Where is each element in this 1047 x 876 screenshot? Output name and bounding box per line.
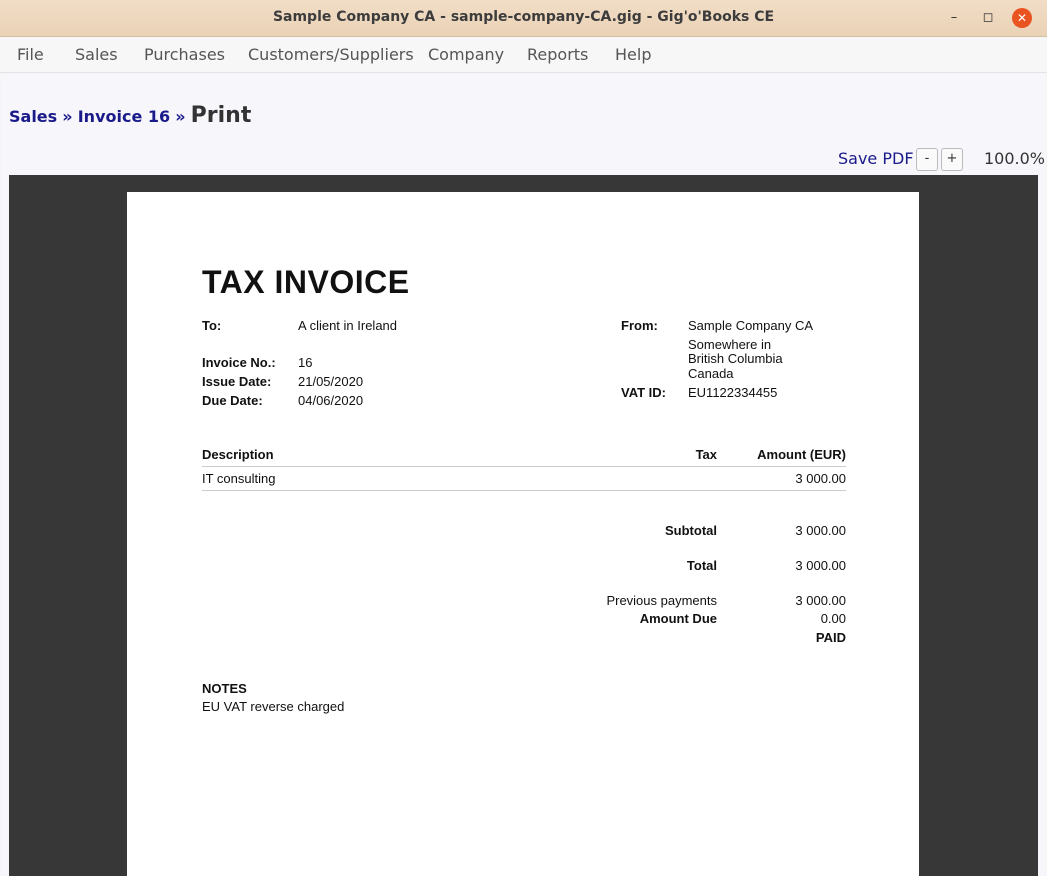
previous-payments-value: 3 000.00 (795, 593, 846, 608)
line-amount: 3 000.00 (795, 471, 846, 486)
menu-company[interactable]: Company (428, 45, 504, 64)
column-amount: Amount (EUR) (757, 447, 846, 462)
minimize-icon[interactable]: – (944, 8, 964, 28)
breadcrumb-sales-link[interactable]: Sales (9, 107, 57, 126)
previous-payments-label: Previous payments (606, 593, 717, 608)
amount-due-label: Amount Due (639, 611, 717, 626)
from-label: From: (621, 318, 658, 333)
from-line: Sample Company CA (688, 318, 813, 333)
menu-purchases[interactable]: Purchases (144, 45, 225, 64)
save-pdf-link[interactable]: Save PDF (838, 149, 914, 168)
issue-date-label: Issue Date: (202, 374, 272, 389)
total-label: Total (686, 558, 717, 573)
notes-text: EU VAT reverse charged (202, 699, 345, 714)
title-bar: Sample Company CA - sample-company-CA.gi… (0, 0, 1047, 37)
zoom-level: 100.0% (984, 149, 1046, 168)
vat-label: VAT ID: (621, 385, 667, 400)
zoom-in-button[interactable]: + (941, 148, 963, 171)
subtotal-value: 3 000.00 (795, 523, 846, 538)
divider (202, 490, 846, 491)
to-value: A client in Ireland (298, 318, 398, 333)
from-line: British Columbia (688, 351, 783, 366)
breadcrumb-separator: » (62, 107, 73, 126)
page-title: Print (190, 103, 252, 128)
breadcrumb-invoice-link[interactable]: Invoice 16 (78, 107, 170, 126)
menu-bar: File Sales Purchases Customers/Suppliers… (0, 37, 1047, 73)
column-description: Description (202, 447, 274, 462)
issue-date-value: 21/05/2020 (298, 374, 364, 389)
menu-sales[interactable]: Sales (75, 45, 118, 64)
menu-reports[interactable]: Reports (527, 45, 588, 64)
menu-customers-suppliers[interactable]: Customers/Suppliers (248, 45, 414, 64)
invoice-no-value: 16 (298, 355, 313, 370)
paid-status: PAID (815, 630, 846, 645)
notes-label: NOTES (202, 681, 247, 696)
due-date-value: 04/06/2020 (298, 393, 364, 408)
close-icon[interactable]: ✕ (1012, 8, 1032, 28)
column-tax: Tax (695, 447, 717, 462)
maximize-icon[interactable]: ◻ (978, 8, 998, 28)
breadcrumb-separator: » (175, 107, 186, 126)
invoice-no-label: Invoice No.: (202, 355, 276, 370)
from-line: Somewhere in (688, 337, 772, 352)
vat-value: EU1122334455 (688, 385, 778, 400)
subtotal-label: Subtotal (665, 523, 717, 538)
invoice-page: TAX INVOICE To: A client in Ireland Invo… (127, 192, 919, 876)
to-label: To: (202, 318, 222, 333)
divider (202, 466, 846, 467)
zoom-out-button[interactable]: - (916, 148, 938, 171)
due-date-label: Due Date: (202, 393, 263, 408)
invoice-heading: TAX INVOICE (202, 264, 410, 300)
total-value: 3 000.00 (795, 558, 846, 573)
from-line: Canada (688, 366, 734, 381)
window-title: Sample Company CA - sample-company-CA.gi… (272, 9, 775, 25)
breadcrumb: Sales » Invoice 16 » Print (9, 103, 251, 128)
menu-file[interactable]: File (17, 45, 44, 64)
menu-help[interactable]: Help (615, 45, 651, 64)
amount-due-value: 0.00 (820, 611, 846, 626)
line-description: IT consulting (202, 471, 276, 486)
